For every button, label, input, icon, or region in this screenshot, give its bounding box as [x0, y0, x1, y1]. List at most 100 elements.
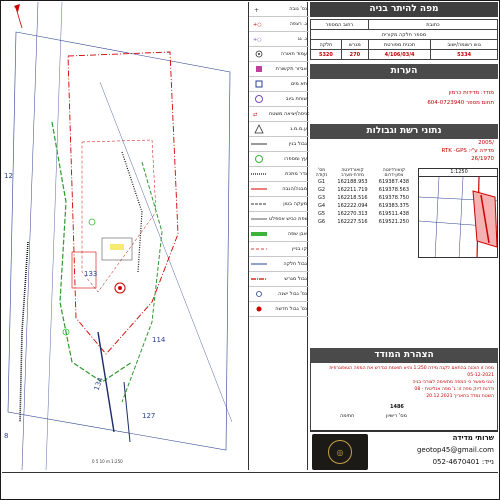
coordinate-point: G2 [318, 187, 326, 193]
legend-row: נס' גבול חדשה [249, 302, 309, 317]
legend-label: עמוד תאורה [280, 51, 307, 57]
parcel-label-a: 114 [152, 336, 166, 344]
sub-label: מספר חלקה מקורית [310, 29, 498, 40]
legend-row: שפת כביש אספלט [249, 212, 309, 227]
company-name: שרותי מדידה [452, 434, 494, 442]
notes-header: הערות [310, 64, 498, 79]
building-line-icon [249, 138, 269, 150]
legend-row: +○ ג. גג [249, 32, 309, 47]
legend-row: ע.מ.מ.ג [249, 122, 309, 137]
declaration-line-4: ודרגת דיוק מפה זו: ג' מפה אנליטית - 08 [414, 387, 494, 392]
tree-symbol-2 [88, 218, 96, 226]
bottom-strip [2, 472, 498, 498]
coordinate-east: 162270.313 [337, 211, 368, 217]
street-label: רחוב המספר [310, 19, 369, 30]
legend-row: גבול מגרש [249, 272, 309, 287]
legend-label: שוחת ביוב [285, 96, 307, 102]
coordinate-row: G2 162211.719 619378.563 [312, 186, 414, 194]
coordinate-east: 162218.516 [337, 195, 368, 201]
legend-row: מבנה/הגבה [249, 182, 309, 197]
col-north-header: קואורדינטה צפון-דרום [382, 168, 406, 178]
setback-line-icon [249, 243, 269, 255]
coordinate-row: G4 162222.094 619383.375 [312, 202, 414, 210]
plan-label: תכנית מפורטת [367, 39, 432, 50]
water-box-icon [249, 78, 269, 90]
network-note-2: RTK -GPS :מדידה ע"י [441, 148, 494, 154]
coordinate-row: G5 162270.313 619511.438 [312, 210, 414, 218]
north-arrow [15, 7, 23, 29]
legend-row: +○ ג. רצפה [249, 17, 309, 32]
highlight-patch [110, 244, 124, 250]
curb-icon [249, 228, 269, 240]
roof-level-icon: +○ [249, 33, 269, 45]
legend-label: גבול מגרש [284, 276, 307, 282]
coordinate-north: 619383.375 [378, 203, 410, 209]
legend-label: נס' גובה [289, 6, 307, 12]
legend-label: ג. גג [297, 36, 307, 42]
legend-label: שפת כביש אספלט [269, 216, 309, 222]
legend-label: גדר מתכת [285, 171, 307, 177]
plan-value: 4/106/03/4 [367, 49, 432, 60]
notes-body: מודד: מדידות כרמון 604-0723940 תחום מספר [310, 78, 498, 118]
road-line-left [21, 2, 39, 470]
parcel-line-icon [249, 258, 269, 270]
gush-value: 5334 [430, 49, 498, 60]
tree-icon [249, 153, 269, 165]
parcel-value: 5320 [310, 49, 342, 60]
declaration-line-3: הנני מאשר כי המפה מתאימה לצורכי בניה [412, 380, 494, 385]
legend-label: עץ ומספרו [284, 156, 307, 162]
coordinate-row: G3 162218.516 619378.750 [312, 194, 414, 202]
floor-level-icon: +○ [249, 18, 269, 30]
helka-label: מגרש [340, 39, 369, 50]
legend-row: גדר מתכת [249, 167, 309, 182]
coordinate-point: G4 [318, 203, 326, 209]
legend-row: אביזר תקשורת [249, 62, 309, 77]
legend-label: ע.מ.מ.ג [290, 126, 307, 132]
address-label: כתובת [367, 19, 499, 30]
legend-row: עמוד תאורה [249, 47, 309, 62]
declaration-line-1: מפה זו הוכנה בהתאם לקנה מידה 1:250 והיא … [329, 366, 494, 371]
legend-row: קו בניין [249, 242, 309, 257]
survey-map: 133 114 134 127 12 8 0 5 10 m 1:250 [2, 2, 242, 470]
company-email[interactable]: geotop45@gmail.com [417, 446, 494, 454]
main-title: מפה להיתר בניה [310, 2, 498, 17]
legend-label: גבול בנין [288, 141, 307, 147]
metal-fence-icon [249, 168, 269, 180]
tree-center [118, 286, 122, 290]
svg-text:+○: +○ [253, 22, 262, 28]
marker-icon [249, 123, 269, 135]
coordinate-point: G1 [318, 179, 326, 185]
entrance-icon: ⇄ [249, 108, 269, 120]
mini-map-drawing [419, 177, 497, 257]
legend-row: גבול בנין [249, 137, 309, 152]
legend-label: ג. רצפה [289, 21, 307, 27]
svg-text:+○: +○ [253, 37, 262, 43]
telecom-box-icon [249, 63, 269, 75]
light-pole-icon [249, 48, 269, 60]
coordinate-north: 619511.438 [378, 211, 410, 217]
helka-value: 270 [340, 49, 369, 60]
legend-label: אביזר תקשורת [275, 66, 307, 72]
location-mini-map: 1:1250 [418, 168, 498, 258]
parcel-info-table: רחוב המספר כתובת מספר חלקה מקורית חלקה מ… [310, 19, 499, 60]
col-point-header: מס' נקודה [315, 168, 328, 178]
legend-row: מעקה בטון [249, 197, 309, 212]
legend-row: עץ ומספרו [249, 152, 309, 167]
declaration-line-2: 05-12-2021 [467, 373, 494, 378]
coordinate-row: G6 162227.516 619521.250 [312, 218, 414, 226]
legend-label: מבנה/הגבה [282, 186, 307, 192]
declaration-line-5: השטח נמדד בתאריך 20.12.2021 [426, 394, 494, 399]
legend-label: קו בניין [292, 246, 307, 252]
legend-label: מעקה בטון [283, 201, 307, 207]
mini-map-scale: 1:1250 [419, 169, 497, 177]
company-footer: ◎ שרותי מדידה geotop45@gmail.com 052-467… [310, 430, 498, 470]
network-note-3: 26/1970 [471, 156, 494, 162]
legend-row: גבול חלקה [249, 257, 309, 272]
sewer-manhole-icon [249, 93, 269, 105]
structure-icon [249, 183, 269, 195]
col-east-header: קואורדינטה מזרח-מערב [341, 168, 364, 178]
coordinate-point: G3 [318, 195, 326, 201]
lot-line-icon [249, 273, 269, 285]
signature-row: 1486 מס' רישיון חתימה [310, 404, 498, 426]
coordinate-north: 619521.250 [378, 219, 410, 225]
